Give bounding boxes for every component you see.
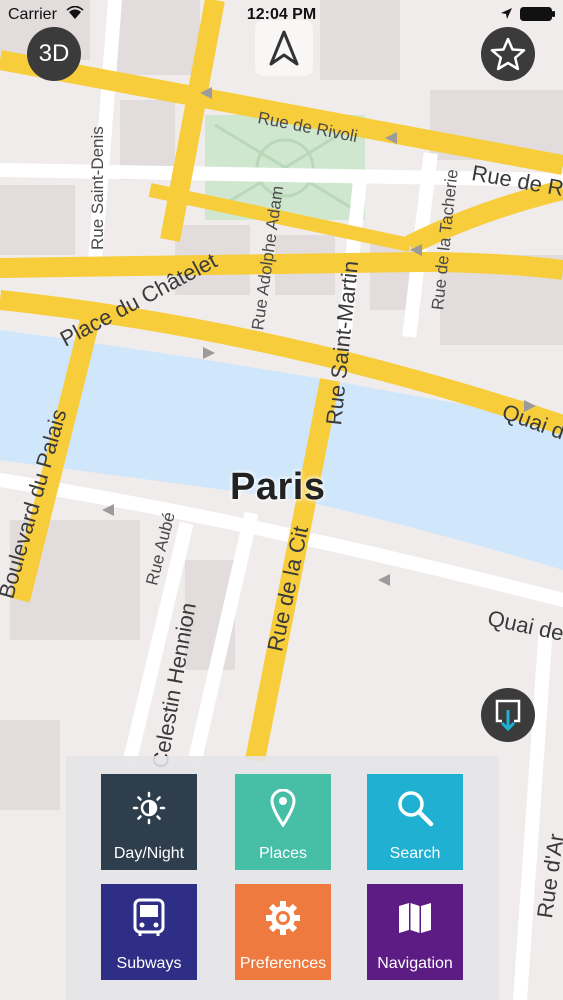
day-night-icon	[132, 791, 166, 825]
search-label: Search	[389, 845, 441, 862]
battery-icon	[520, 7, 555, 21]
subways-tile[interactable]: Subways	[101, 884, 197, 980]
street-label: Rue Saint-Denis	[88, 126, 107, 250]
preferences-label: Preferences	[239, 955, 327, 972]
view-3d-button[interactable]: 3D	[27, 27, 81, 81]
navigation-arrow-icon	[269, 30, 299, 66]
day-night-tile[interactable]: Day/Night	[101, 774, 197, 870]
bus-icon	[133, 898, 165, 936]
search-tile[interactable]: Search	[367, 774, 463, 870]
subways-label: Subways	[116, 955, 182, 972]
star-icon	[490, 37, 526, 71]
places-tile[interactable]: Places	[235, 774, 331, 870]
map-icon	[399, 903, 431, 933]
map-pin-icon	[270, 789, 296, 827]
view-3d-label: 3D	[38, 40, 70, 67]
download-map-button[interactable]	[481, 688, 535, 742]
menu-panel: Day/Night Places Search Subways Preferen…	[66, 756, 499, 1000]
navigation-label: Navigation	[377, 955, 453, 972]
day-night-label: Day/Night	[113, 845, 185, 862]
download-icon	[495, 699, 521, 732]
city-label: Paris	[230, 466, 326, 508]
gear-icon	[266, 901, 300, 935]
favorites-button[interactable]	[481, 27, 535, 81]
navigation-tile[interactable]: Navigation	[367, 884, 463, 980]
compass-button[interactable]	[255, 20, 313, 76]
search-icon	[398, 791, 434, 827]
preferences-tile[interactable]: Preferences	[235, 884, 331, 980]
places-label: Places	[258, 845, 308, 862]
location-arrow-icon	[501, 8, 512, 19]
